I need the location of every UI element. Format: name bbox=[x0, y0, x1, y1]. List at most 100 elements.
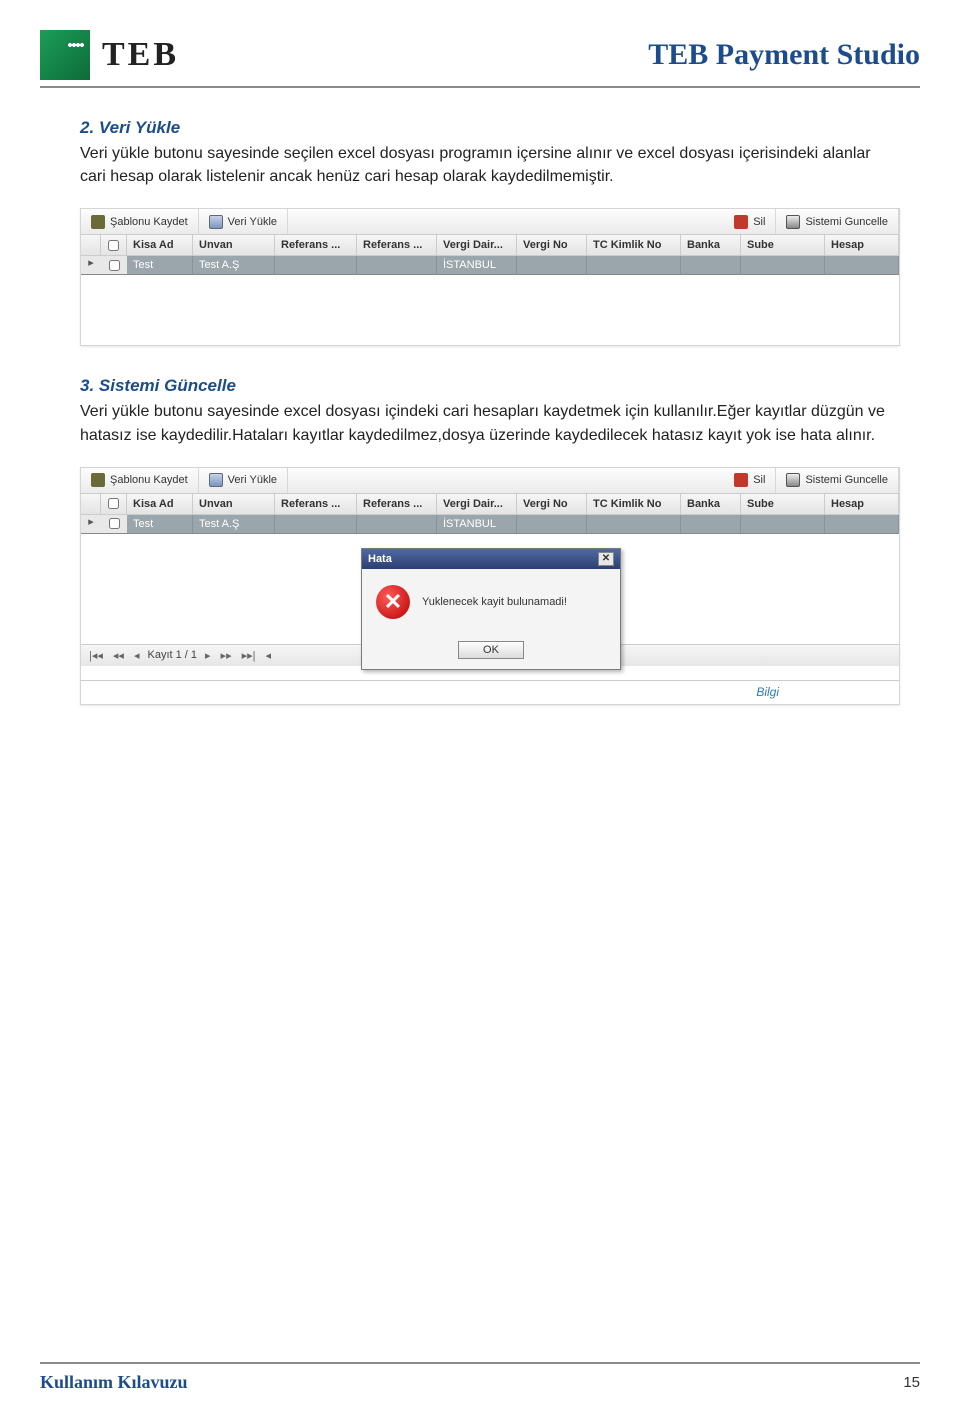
update-system-button[interactable]: Sistemi Guncelle bbox=[776, 209, 899, 234]
save-icon bbox=[91, 215, 105, 229]
page-number: 15 bbox=[903, 1374, 920, 1391]
delete-button[interactable]: Sil bbox=[724, 468, 776, 493]
col-kisa-ad[interactable]: Kisa Ad bbox=[127, 494, 193, 514]
info-strip: Bilgi bbox=[81, 680, 899, 704]
col-sube[interactable]: Sube bbox=[741, 494, 825, 514]
error-icon: ✕ bbox=[376, 585, 410, 619]
toolbar-2: Şablonu Kaydet Veri Yükle Sil Sistemi Gu… bbox=[81, 468, 899, 494]
dialog-titlebar: Hata ✕ bbox=[362, 549, 620, 569]
col-hesap[interactable]: Hesap bbox=[825, 494, 899, 514]
import-icon bbox=[209, 215, 223, 229]
cell-ref2 bbox=[357, 256, 437, 274]
save-template-label: Şablonu Kaydet bbox=[110, 216, 188, 228]
dialog-message: Yuklenecek kayit bulunamadi! bbox=[422, 596, 567, 608]
col-referans-1[interactable]: Referans ... bbox=[275, 494, 357, 514]
cell-hesap bbox=[825, 256, 899, 274]
col-referans-1[interactable]: Referans ... bbox=[275, 235, 357, 255]
cell-vergi-dair: İSTANBUL bbox=[437, 256, 517, 274]
app-screenshot-2: Şablonu Kaydet Veri Yükle Sil Sistemi Gu… bbox=[80, 467, 900, 705]
cell-sube bbox=[741, 256, 825, 274]
pager-prev[interactable]: ◂ bbox=[132, 649, 142, 662]
app-screenshot-1: Şablonu Kaydet Veri Yükle Sil Sistemi Gu… bbox=[80, 208, 900, 346]
pager-text: Kayıt 1 / 1 bbox=[147, 649, 197, 661]
close-icon[interactable]: ✕ bbox=[598, 552, 614, 566]
logo-text: TEB bbox=[102, 36, 179, 74]
save-template-button[interactable]: Şablonu Kaydet bbox=[81, 468, 199, 493]
cell-kisa-ad: Test bbox=[127, 515, 193, 533]
update-system-label: Sistemi Guncelle bbox=[805, 474, 888, 486]
col-vergi-no[interactable]: Vergi No bbox=[517, 235, 587, 255]
load-data-label: Veri Yükle bbox=[228, 216, 277, 228]
pager-prev2[interactable]: ◂◂ bbox=[111, 649, 126, 662]
col-referans-2[interactable]: Referans ... bbox=[357, 494, 437, 514]
load-data-button[interactable]: Veri Yükle bbox=[199, 209, 288, 234]
pager-next[interactable]: ▸ bbox=[203, 649, 213, 662]
col-vergi-dair[interactable]: Vergi Dair... bbox=[437, 494, 517, 514]
pager-first[interactable]: |◂◂ bbox=[87, 649, 105, 662]
cell-kisa-ad: Test bbox=[127, 256, 193, 274]
section3-body: Veri yükle butonu sayesinde excel dosyas… bbox=[80, 400, 900, 446]
ok-button[interactable]: OK bbox=[458, 641, 524, 659]
bilgi-label: Bilgi bbox=[756, 685, 779, 699]
select-all-checkbox[interactable] bbox=[108, 498, 119, 509]
col-sube[interactable]: Sube bbox=[741, 235, 825, 255]
col-tc[interactable]: TC Kimlik No bbox=[587, 235, 681, 255]
update-system-label: Sistemi Guncelle bbox=[805, 216, 888, 228]
import-icon bbox=[209, 473, 223, 487]
load-data-button[interactable]: Veri Yükle bbox=[199, 468, 288, 493]
select-all-checkbox[interactable] bbox=[108, 240, 119, 251]
save-icon bbox=[91, 473, 105, 487]
grid-header: Kisa Ad Unvan Referans ... Referans ... … bbox=[81, 235, 899, 256]
col-unvan[interactable]: Unvan bbox=[193, 494, 275, 514]
col-banka[interactable]: Banka bbox=[681, 235, 741, 255]
cell-tc bbox=[587, 256, 681, 274]
cell-vergi-dair: İSTANBUL bbox=[437, 515, 517, 533]
logo-icon bbox=[40, 30, 90, 80]
load-data-label: Veri Yükle bbox=[228, 474, 277, 486]
cell-banka bbox=[681, 256, 741, 274]
pager-last[interactable]: ▸▸| bbox=[240, 649, 258, 662]
pager-end[interactable]: ◂ bbox=[264, 649, 274, 662]
error-dialog: Hata ✕ ✕ Yuklenecek kayit bulunamadi! OK bbox=[361, 548, 621, 670]
col-kisa-ad[interactable]: Kisa Ad bbox=[127, 235, 193, 255]
footer-title: Kullanım Kılavuzu bbox=[40, 1372, 188, 1393]
document-title: TEB Payment Studio bbox=[648, 38, 920, 72]
row-indicator-icon: ▸ bbox=[81, 256, 101, 274]
pager-next2[interactable]: ▸▸ bbox=[219, 649, 234, 662]
section2-heading: 2. Veri Yükle bbox=[80, 118, 920, 138]
doc-header: TEB TEB Payment Studio bbox=[40, 30, 920, 88]
delete-label: Sil bbox=[753, 474, 765, 486]
row-indicator-icon: ▸ bbox=[81, 515, 101, 533]
cell-unvan: Test A.Ş bbox=[193, 256, 275, 274]
dialog-title: Hata bbox=[368, 553, 392, 565]
col-vergi-no[interactable]: Vergi No bbox=[517, 494, 587, 514]
disk-icon bbox=[786, 473, 800, 487]
cell-ref1 bbox=[275, 256, 357, 274]
save-template-button[interactable]: Şablonu Kaydet bbox=[81, 209, 199, 234]
col-banka[interactable]: Banka bbox=[681, 494, 741, 514]
disk-icon bbox=[786, 215, 800, 229]
delete-icon bbox=[734, 215, 748, 229]
col-hesap[interactable]: Hesap bbox=[825, 235, 899, 255]
grid-header-2: Kisa Ad Unvan Referans ... Referans ... … bbox=[81, 494, 899, 515]
col-vergi-dair[interactable]: Vergi Dair... bbox=[437, 235, 517, 255]
delete-icon bbox=[734, 473, 748, 487]
toolbar: Şablonu Kaydet Veri Yükle Sil Sistemi Gu… bbox=[81, 209, 899, 235]
row-checkbox[interactable] bbox=[109, 260, 120, 271]
update-system-button[interactable]: Sistemi Guncelle bbox=[776, 468, 899, 493]
grid-blank bbox=[81, 275, 899, 345]
table-row[interactable]: ▸ Test Test A.Ş İSTANBUL bbox=[81, 515, 899, 534]
delete-button[interactable]: Sil bbox=[724, 209, 776, 234]
section2-body: Veri yükle butonu sayesinde seçilen exce… bbox=[80, 142, 900, 188]
section3-heading: 3. Sistemi Güncelle bbox=[80, 376, 920, 396]
delete-label: Sil bbox=[753, 216, 765, 228]
cell-unvan: Test A.Ş bbox=[193, 515, 275, 533]
logo-block: TEB bbox=[40, 30, 179, 80]
col-unvan[interactable]: Unvan bbox=[193, 235, 275, 255]
col-referans-2[interactable]: Referans ... bbox=[357, 235, 437, 255]
table-row[interactable]: ▸ Test Test A.Ş İSTANBUL bbox=[81, 256, 899, 275]
cell-vergi-no bbox=[517, 256, 587, 274]
doc-footer: Kullanım Kılavuzu 15 bbox=[40, 1362, 920, 1393]
col-tc[interactable]: TC Kimlik No bbox=[587, 494, 681, 514]
row-checkbox[interactable] bbox=[109, 518, 120, 529]
